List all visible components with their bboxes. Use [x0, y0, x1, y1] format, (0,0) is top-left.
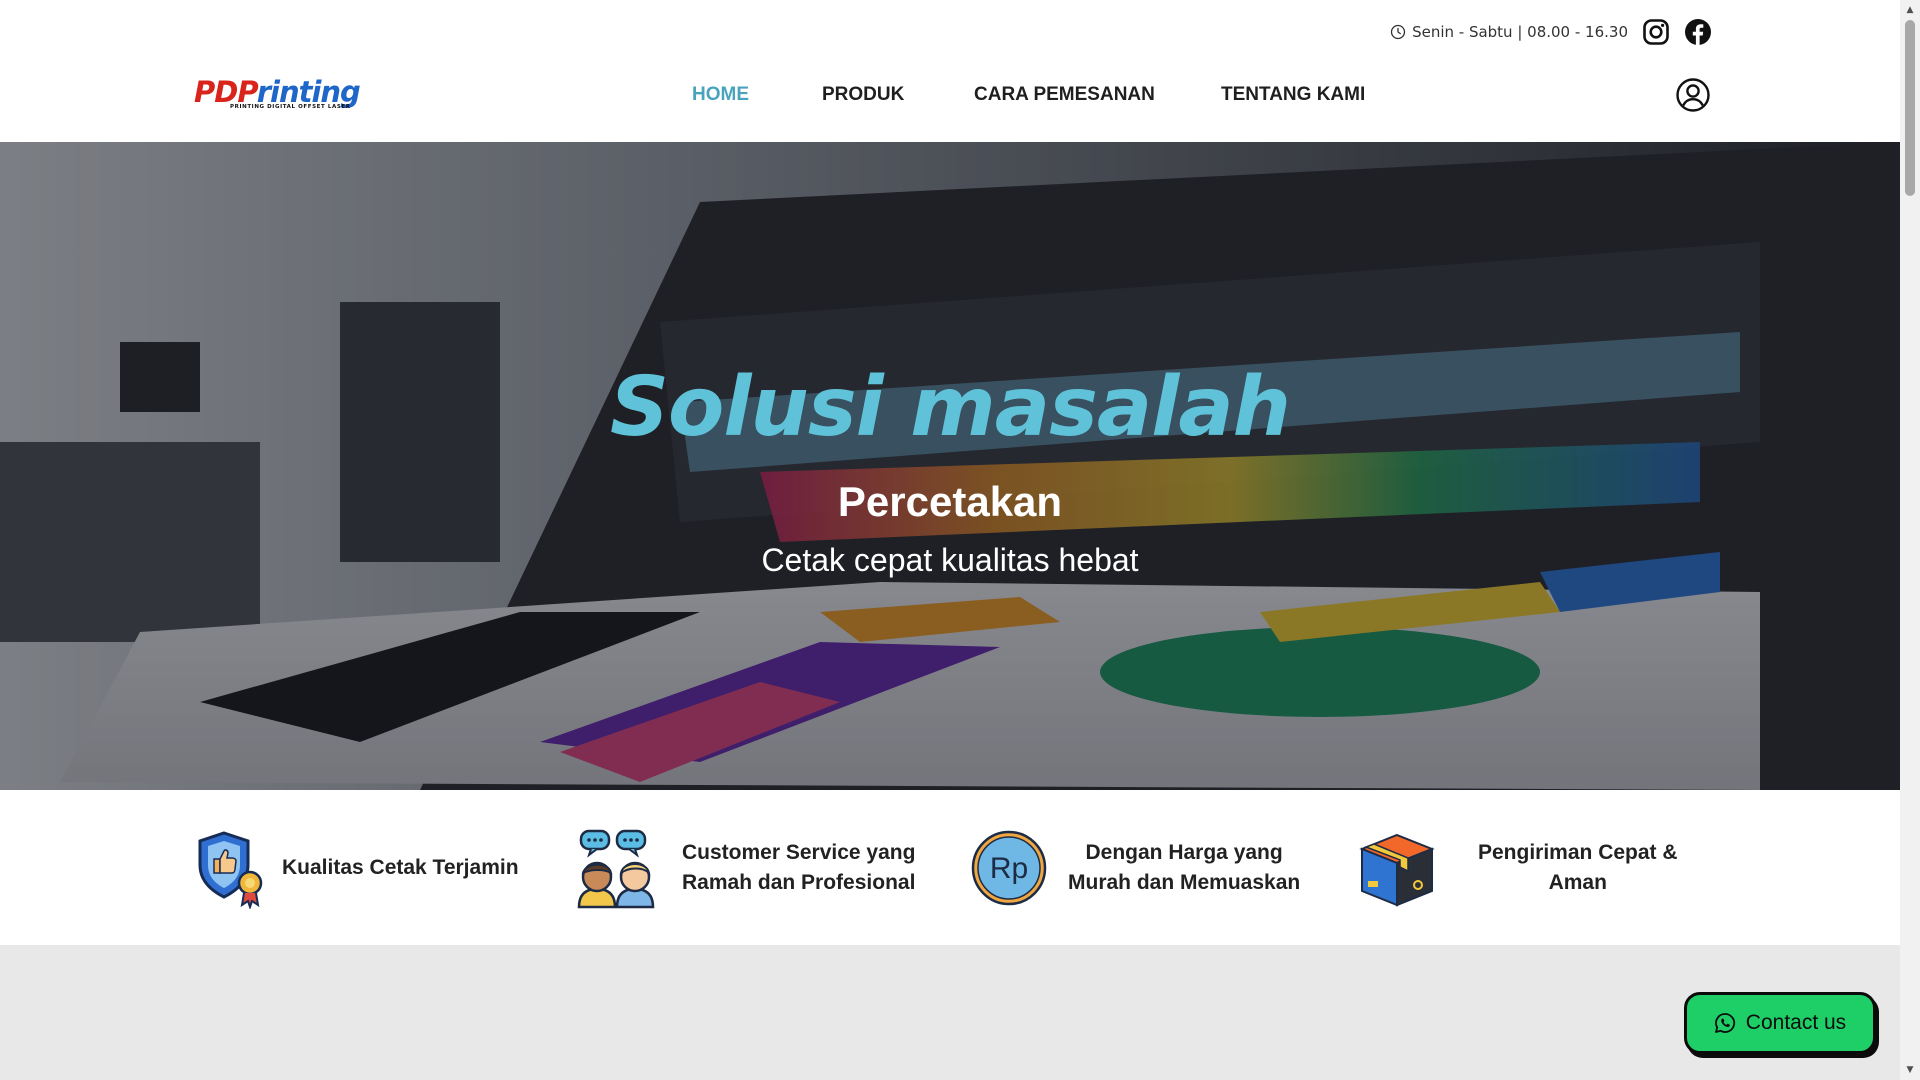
- site-header: Senin - Sabtu | 08.00 - 16.30 PDPrinting…: [0, 0, 1900, 142]
- feature-price-line2: Murah dan Memuaskan: [1068, 870, 1301, 894]
- feature-price-text: Dengan Harga yang Murah dan Memuaskan: [1068, 838, 1300, 898]
- whatsapp-icon: [1714, 1013, 1735, 1033]
- features-strip: Kualitas Cetak Terjamin Customer Service…: [0, 790, 1900, 945]
- feature-customer-service-text: Customer Service yang Ramah dan Profesio…: [682, 838, 915, 898]
- hero-subtitle: Percetakan: [837, 478, 1063, 525]
- content-area: [0, 945, 1900, 1080]
- hero-overlay: [0, 142, 1900, 790]
- feature-quality-text: Kualitas Cetak Terjamin: [282, 855, 519, 879]
- scroll-down-arrow-icon[interactable]: ▼: [1900, 1062, 1920, 1078]
- rupiah-coin-icon: Rp: [971, 830, 1047, 905]
- opening-hours-text: Senin - Sabtu | 08.00 - 16.30: [1412, 23, 1628, 41]
- scroll-up-arrow-icon[interactable]: ▲: [1900, 2, 1920, 18]
- feature-price: Rp Dengan Harga yang Murah dan Memuaskan: [968, 790, 1300, 945]
- quality-shield-icon: [198, 830, 263, 909]
- feature-shipping-text: Pengiriman Cepat & Aman: [1478, 838, 1678, 898]
- clock-icon: [1390, 24, 1406, 40]
- feature-customer-service-line1: Customer Service yang: [682, 840, 916, 864]
- top-info-bar: Senin - Sabtu | 08.00 - 16.30: [1390, 18, 1712, 46]
- feature-shipping: Pengiriman Cepat & Aman: [1356, 790, 1678, 945]
- facebook-link[interactable]: [1684, 18, 1712, 46]
- facebook-icon: [1685, 19, 1711, 45]
- hero-tagline: Cetak cepat kualitas hebat: [761, 542, 1139, 578]
- opening-hours: Senin - Sabtu | 08.00 - 16.30: [1390, 23, 1628, 41]
- customer-service-icon: [577, 829, 655, 908]
- contact-us-label: Contact us: [1745, 1011, 1847, 1034]
- main-nav: HOME PRODUK CARA PEMESANAN TENTANG KAMI: [0, 84, 1900, 108]
- instagram-link[interactable]: [1642, 18, 1670, 46]
- delivery-box-icon: [1359, 833, 1435, 906]
- feature-customer-service-line2: Ramah dan Profesional: [682, 870, 916, 894]
- hero-title: Solusi masalah: [609, 360, 1291, 455]
- instagram-icon: [1643, 19, 1669, 45]
- contact-us-button[interactable]: Contact us: [1684, 992, 1876, 1054]
- scrollbar-thumb[interactable]: [1905, 20, 1915, 196]
- feature-price-line1: Dengan Harga yang: [1085, 840, 1283, 864]
- nav-tentang-kami[interactable]: TENTANG KAMI: [1221, 84, 1365, 106]
- hero-banner: Solusi masalah Percetakan Cetak cepat ku…: [0, 142, 1900, 790]
- feature-quality: Kualitas Cetak Terjamin: [192, 790, 519, 945]
- page-scrollbar[interactable]: ▲ ▼: [1900, 0, 1920, 1080]
- user-circle-icon[interactable]: [1676, 78, 1710, 112]
- feature-shipping-line2: Aman: [1548, 870, 1607, 894]
- feature-shipping-line1: Pengiriman Cepat &: [1478, 840, 1678, 864]
- feature-customer-service: Customer Service yang Ramah dan Profesio…: [575, 790, 915, 945]
- rupiah-coin-label: Rp: [990, 852, 1028, 885]
- nav-home[interactable]: HOME: [692, 84, 749, 106]
- nav-produk[interactable]: PRODUK: [822, 84, 904, 106]
- nav-cara-pemesanan[interactable]: CARA PEMESANAN: [974, 84, 1155, 106]
